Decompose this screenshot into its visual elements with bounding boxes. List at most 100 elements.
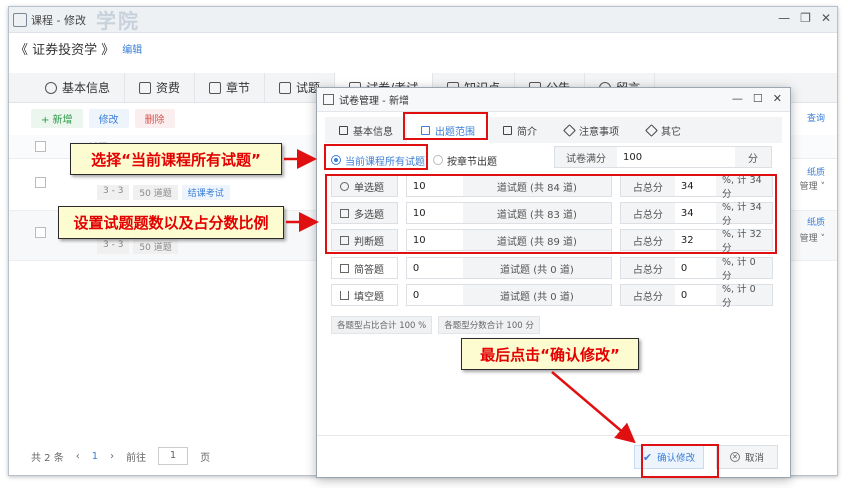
row-tags: 3 - 3 50 道题: [97, 239, 178, 254]
question-type-row-single: 单选题 10 道试题 (共 84 道) 占总分 34%, 计 34 分: [331, 175, 773, 200]
new-button[interactable]: + 新增: [31, 109, 83, 128]
scope-icon: [421, 125, 430, 135]
query-button[interactable]: 查询: [807, 111, 825, 124]
tab-fees[interactable]: 资费: [125, 73, 196, 102]
radio-icon: [433, 155, 443, 165]
question-count-input[interactable]: 0: [406, 258, 463, 278]
delete-button[interactable]: 删除: [134, 109, 175, 128]
row-tag: 3 - 3: [97, 239, 130, 254]
row-manage-dropdown[interactable]: 管理 ˅: [800, 179, 825, 192]
app-titlebar: 课程 - 修改 学院: [9, 7, 837, 33]
question-count-label: 道试题 (共 89 道): [462, 230, 611, 250]
fill-blank-toggle[interactable]: 填空题: [331, 284, 398, 306]
percent-input[interactable]: 0: [674, 285, 716, 305]
full-score-field: 试卷满分 100 分: [554, 146, 772, 168]
row-link[interactable]: 纸质: [807, 215, 825, 228]
confirm-edit-button[interactable]: ✔ 确认修改: [634, 445, 704, 469]
prev-page-icon[interactable]: ‹: [76, 451, 80, 462]
multiple-choice-toggle[interactable]: 多选题: [331, 202, 398, 224]
question-type-row-multiple: 多选题 10 道试题 (共 83 道) 占总分 34%, 计 34 分: [331, 202, 773, 227]
goto-page-input[interactable]: 1: [158, 447, 189, 465]
percent-input[interactable]: 34: [674, 203, 716, 223]
question-type-row-blank: 填空题 0 道试题 (共 0 道) 占总分 0%, 计 0 分: [331, 284, 773, 309]
question-count-input[interactable]: 10: [406, 230, 463, 250]
dialog-tab-intro[interactable]: 简介: [489, 117, 551, 143]
row-checkbox[interactable]: [35, 227, 46, 238]
question-count-field: 10 道试题 (共 83 道): [405, 202, 612, 224]
select-all-checkbox[interactable]: [35, 141, 46, 152]
question-count-input[interactable]: 0: [406, 285, 463, 305]
next-page-icon[interactable]: ›: [110, 451, 114, 462]
question-percent-field: 占总分 0%, 计 0 分: [619, 257, 773, 282]
radio-icon: [340, 181, 349, 191]
dialog-titlebar: 试卷管理 - 新增: [317, 88, 790, 112]
info-icon: [339, 125, 348, 135]
course-header: 《 证券投资学 》 编辑: [9, 33, 837, 63]
question-percent-field: 占总分 32%, 计 32 分: [619, 229, 773, 254]
question-type-row-judge: 判断题 10 道试题 (共 89 道) 占总分 32%, 计 32 分: [331, 229, 773, 254]
question-count-field: 0 道试题 (共 0 道): [405, 284, 612, 306]
layers-icon: [645, 123, 658, 137]
question-percent-field: 占总分 34%, 计 34 分: [619, 202, 773, 227]
dialog-window-controls: — ☐ ✕: [732, 92, 782, 105]
dialog-tab-label: 简介: [517, 126, 537, 138]
essay-toggle[interactable]: 简答题: [331, 257, 398, 279]
question-type-name: 判断题: [354, 236, 384, 248]
row-tag: 50 道题: [133, 185, 178, 200]
true-false-toggle[interactable]: 判断题: [331, 229, 398, 251]
question-count-label: 道试题 (共 83 道): [462, 203, 611, 223]
app-window-controls: — ❐ ✕: [778, 11, 831, 25]
row-manage-dropdown[interactable]: 管理 ˅: [800, 231, 825, 244]
percent-suffix: %, 计 34 分: [715, 175, 772, 200]
question-count-input[interactable]: 10: [406, 203, 463, 223]
percent-input[interactable]: 34: [674, 176, 716, 196]
radio-icon: [331, 155, 341, 165]
summary-tags: 各题型占比合计 100 % 各题型分数合计 100 分: [331, 316, 540, 334]
question-count-input[interactable]: 10: [406, 176, 463, 196]
close-icon[interactable]: ✕: [821, 11, 831, 25]
dialog-tab-basic-info[interactable]: 基本信息: [325, 117, 407, 143]
full-score-label: 试卷满分: [555, 147, 617, 167]
intro-icon: [503, 125, 512, 135]
percent-suffix: %, 计 0 分: [715, 257, 772, 282]
dialog-tab-notes[interactable]: 注意事项: [551, 117, 633, 143]
percent-label: 占总分: [620, 203, 675, 223]
tab-chapters[interactable]: 章节: [195, 73, 266, 102]
close-icon[interactable]: ✕: [773, 92, 782, 105]
percent-label: 占总分: [620, 176, 675, 196]
question-type-name: 多选题: [354, 209, 384, 221]
scope-option-chapter-label: 按章节出题: [447, 156, 497, 168]
confirm-label: 确认修改: [657, 453, 696, 464]
cancel-button[interactable]: ✕ 取消: [716, 445, 778, 469]
single-choice-toggle[interactable]: 单选题: [331, 175, 398, 197]
chapter-icon: [209, 81, 222, 94]
page-number[interactable]: 1: [92, 451, 98, 462]
percent-input[interactable]: 0: [674, 258, 716, 278]
question-count-label: 道试题 (共 0 道): [462, 285, 611, 305]
maximize-icon[interactable]: ☐: [753, 92, 763, 105]
dialog-footer: ✔ 确认修改 ✕ 取消: [317, 435, 790, 477]
percent-label: 占总分: [620, 258, 675, 278]
scope-option-all[interactable]: 当前课程所有试题: [331, 153, 425, 168]
dialog-tab-question-scope[interactable]: 出题范围: [407, 117, 489, 143]
app-window-title: 课程 - 修改: [31, 13, 86, 27]
question-count-label: 道试题 (共 84 道): [462, 176, 611, 196]
minimize-icon[interactable]: —: [732, 92, 743, 105]
percent-input[interactable]: 32: [674, 230, 716, 250]
dialog-tab-other[interactable]: 其它: [633, 117, 695, 143]
row-checkbox[interactable]: [35, 177, 46, 188]
gear-icon: [45, 81, 57, 94]
full-score-input[interactable]: 100: [617, 147, 735, 167]
edit-button[interactable]: 修改: [88, 109, 129, 128]
tag-icon: [563, 123, 576, 137]
question-count-field: 10 道试题 (共 89 道): [405, 229, 612, 251]
tab-basic-info[interactable]: 基本信息: [31, 73, 126, 102]
row-link[interactable]: 纸质: [807, 165, 825, 178]
list-toolbar: + 新增 修改 删除: [31, 109, 175, 128]
minimize-icon[interactable]: —: [778, 11, 790, 25]
dialog-tab-label: 基本信息: [353, 126, 393, 138]
course-edit-link[interactable]: 编辑: [122, 41, 142, 56]
score-total-tag: 各题型分数合计 100 分: [438, 316, 540, 334]
restore-icon[interactable]: ❐: [800, 11, 811, 25]
scope-option-chapter[interactable]: 按章节出题: [433, 153, 497, 168]
